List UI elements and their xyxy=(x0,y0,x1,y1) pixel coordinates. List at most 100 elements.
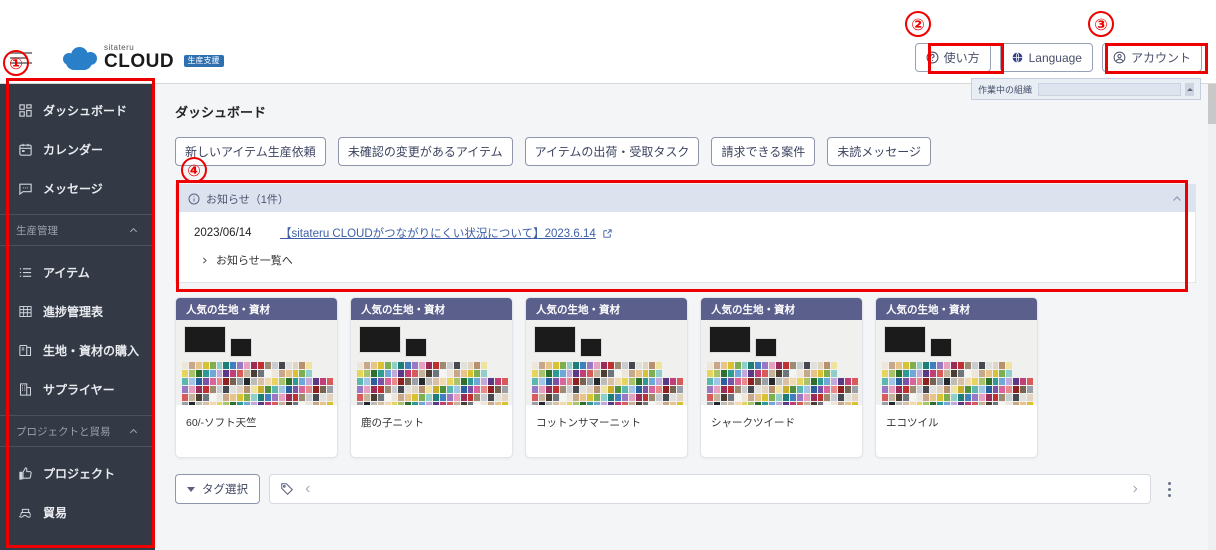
scrollbar-thumb[interactable] xyxy=(1208,84,1216,124)
annotation-number-4: ④ xyxy=(181,157,207,183)
chevron-left-icon[interactable] xyxy=(303,484,313,494)
card-header: 人気の生地・資材 xyxy=(701,298,862,320)
fabric-roll-icon xyxy=(19,344,32,357)
chevron-up-icon[interactable] xyxy=(1171,193,1183,205)
card-title: 60/-ソフト天竺 xyxy=(186,417,257,429)
sidebar-item-calendar[interactable]: カレンダー xyxy=(0,130,155,169)
card-image xyxy=(526,320,687,405)
material-card[interactable]: 人気の生地・資材 コットンサマーニット xyxy=(525,297,688,458)
vertical-scrollbar[interactable] xyxy=(1208,84,1216,550)
logo-title: CLOUD xyxy=(104,51,175,72)
top-bar-actions: 使い方 Language アカウント xyxy=(914,43,1216,72)
account-circle-icon xyxy=(1113,51,1126,64)
list-icon xyxy=(19,268,32,277)
card-header: 人気の生地・資材 xyxy=(876,298,1037,320)
ship-icon xyxy=(18,508,31,518)
filter-shipping-receiving-tasks[interactable]: アイテムの出荷・受取タスク xyxy=(524,137,700,166)
announcement-header[interactable]: お知らせ（1件） xyxy=(176,185,1195,212)
announcement-entry: 2023/06/14 【sitateru CLOUDがつながりにくい状況について… xyxy=(176,212,1195,241)
globe-icon xyxy=(1012,52,1022,63)
card-image xyxy=(351,320,512,405)
annotation-number-2: ② xyxy=(905,11,931,37)
sidebar-label-items: アイテム xyxy=(43,266,90,280)
filter-unread-messages[interactable]: 未読メッセージ xyxy=(827,137,931,166)
announcement-list-link[interactable]: お知らせ一覧へ xyxy=(176,241,1195,282)
sidebar-item-dashboard[interactable]: ダッシュボード xyxy=(0,91,155,130)
filter-billable-cases[interactable]: 請求できる案件 xyxy=(711,137,816,166)
sidebar-label-progress-table: 進捗管理表 xyxy=(43,305,104,319)
announcement-list-link-label: お知らせ一覧へ xyxy=(216,255,293,267)
sidebar-section-label-project-trade: プロジェクトと貿易 xyxy=(16,425,111,438)
card-title: シャークツイード xyxy=(711,417,795,429)
vertical-dots-icon[interactable] xyxy=(1168,481,1171,497)
sidebar-item-material-purchase[interactable]: 生地・資材の購入 xyxy=(0,331,155,370)
app-root: sitateru CLOUD 生産支援 使い方 Language アカウント 作… xyxy=(0,0,1216,550)
sidebar-label-material-purchase: 生地・資材の購入 xyxy=(43,344,140,358)
sidebar-section-project-trade[interactable]: プロジェクトと貿易 xyxy=(0,416,155,447)
sidebar-label-message: メッセージ xyxy=(43,182,103,196)
table-grid-icon xyxy=(19,306,32,317)
sidebar: ダッシュボード カレンダー メッセージ 生産管理 アイテム 進捗管理表 生地・資… xyxy=(0,84,155,550)
material-card[interactable]: 人気の生地・資材 鹿の子ニット xyxy=(350,297,513,458)
card-title: コットンサマーニット xyxy=(536,417,641,429)
account-button[interactable]: アカウント xyxy=(1101,43,1202,72)
material-card[interactable]: 人気の生地・資材 エコツイル xyxy=(875,297,1038,458)
card-header: 人気の生地・資材 xyxy=(176,298,337,320)
chevron-up-icon xyxy=(129,227,138,232)
help-button[interactable]: 使い方 xyxy=(914,43,991,72)
language-button-label: Language xyxy=(1028,50,1082,65)
chevron-right-icon xyxy=(203,257,207,263)
sidebar-item-project[interactable]: プロジェクト xyxy=(0,454,155,493)
thumbs-up-icon xyxy=(19,467,32,480)
card-image xyxy=(701,320,862,405)
filter-button-row: 新しいアイテム生産依頼 未確認の変更があるアイテム アイテムの出荷・受取タスク … xyxy=(155,121,1216,166)
material-card[interactable]: 人気の生地・資材 シャークツイード xyxy=(700,297,863,458)
sidebar-label-calendar: カレンダー xyxy=(43,143,104,157)
tag-icon xyxy=(281,483,293,495)
app-logo[interactable]: sitateru CLOUD 生産支援 xyxy=(60,44,224,71)
dashboard-grid-icon xyxy=(19,104,32,117)
sidebar-section-production[interactable]: 生産管理 xyxy=(0,215,155,246)
card-title: エコツイル xyxy=(886,417,939,429)
working-organization-panel[interactable]: 作業中の組織 xyxy=(971,78,1201,100)
tag-select-label: タグ選択 xyxy=(202,484,248,496)
sidebar-item-items[interactable]: アイテム xyxy=(0,253,155,292)
working-organization-label: 作業中の組織 xyxy=(978,84,1033,95)
filter-unconfirmed-changes[interactable]: 未確認の変更があるアイテム xyxy=(337,137,513,166)
tag-bar: タグ選択 xyxy=(155,458,1216,504)
sidebar-section-label-production: 生産管理 xyxy=(16,224,58,237)
announcement-link-text: 【sitateru CLOUDがつながりにくい状況について】2023.6.14 xyxy=(280,228,596,240)
chevron-right-icon[interactable] xyxy=(1130,484,1140,494)
announcement-panel: お知らせ（1件） 2023/06/14 【sitateru CLOUDがつながり… xyxy=(175,184,1196,283)
sidebar-label-trade: 貿易 xyxy=(43,506,68,520)
working-organization-input[interactable] xyxy=(1038,82,1181,96)
sidebar-label-supplier: サプライヤー xyxy=(43,383,115,397)
tag-field[interactable] xyxy=(269,474,1151,504)
material-card[interactable]: 人気の生地・資材 60/-ソフト天竺 xyxy=(175,297,338,458)
help-button-label: 使い方 xyxy=(943,51,980,65)
external-link-icon xyxy=(603,228,612,238)
annotation-number-1: ① xyxy=(3,50,29,76)
chevron-up-icon xyxy=(129,428,138,433)
sidebar-item-supplier[interactable]: サプライヤー xyxy=(0,370,155,409)
sidebar-label-project: プロジェクト xyxy=(43,467,116,481)
announcement-link[interactable]: 【sitateru CLOUDがつながりにくい状況について】2023.6.14 xyxy=(280,225,613,241)
logo-badge: 生産支援 xyxy=(183,55,224,67)
language-button[interactable]: Language xyxy=(999,43,1093,72)
popular-materials-cards: 人気の生地・資材 60/-ソフト天竺 人気の生地・資材 鹿の子ニット 人気の生地… xyxy=(155,283,1216,458)
sidebar-item-message[interactable]: メッセージ xyxy=(0,169,155,208)
info-circle-icon xyxy=(188,193,200,204)
annotation-number-3: ③ xyxy=(1088,11,1114,37)
card-image xyxy=(176,320,337,405)
card-header: 人気の生地・資材 xyxy=(351,298,512,320)
card-header: 人気の生地・資材 xyxy=(526,298,687,320)
announcement-date: 2023/06/14 xyxy=(194,227,252,239)
sidebar-item-progress-table[interactable]: 進捗管理表 xyxy=(0,292,155,331)
tag-select-button[interactable]: タグ選択 xyxy=(175,474,260,504)
sidebar-label-dashboard: ダッシュボード xyxy=(43,104,128,118)
main-content: ダッシュボード 新しいアイテム生産依頼 未確認の変更があるアイテム アイテムの出… xyxy=(155,84,1216,550)
calendar-icon xyxy=(19,143,32,156)
working-organization-scroll-up[interactable] xyxy=(1185,82,1194,96)
sidebar-item-trade[interactable]: 貿易 xyxy=(0,493,155,532)
card-image xyxy=(876,320,1037,405)
